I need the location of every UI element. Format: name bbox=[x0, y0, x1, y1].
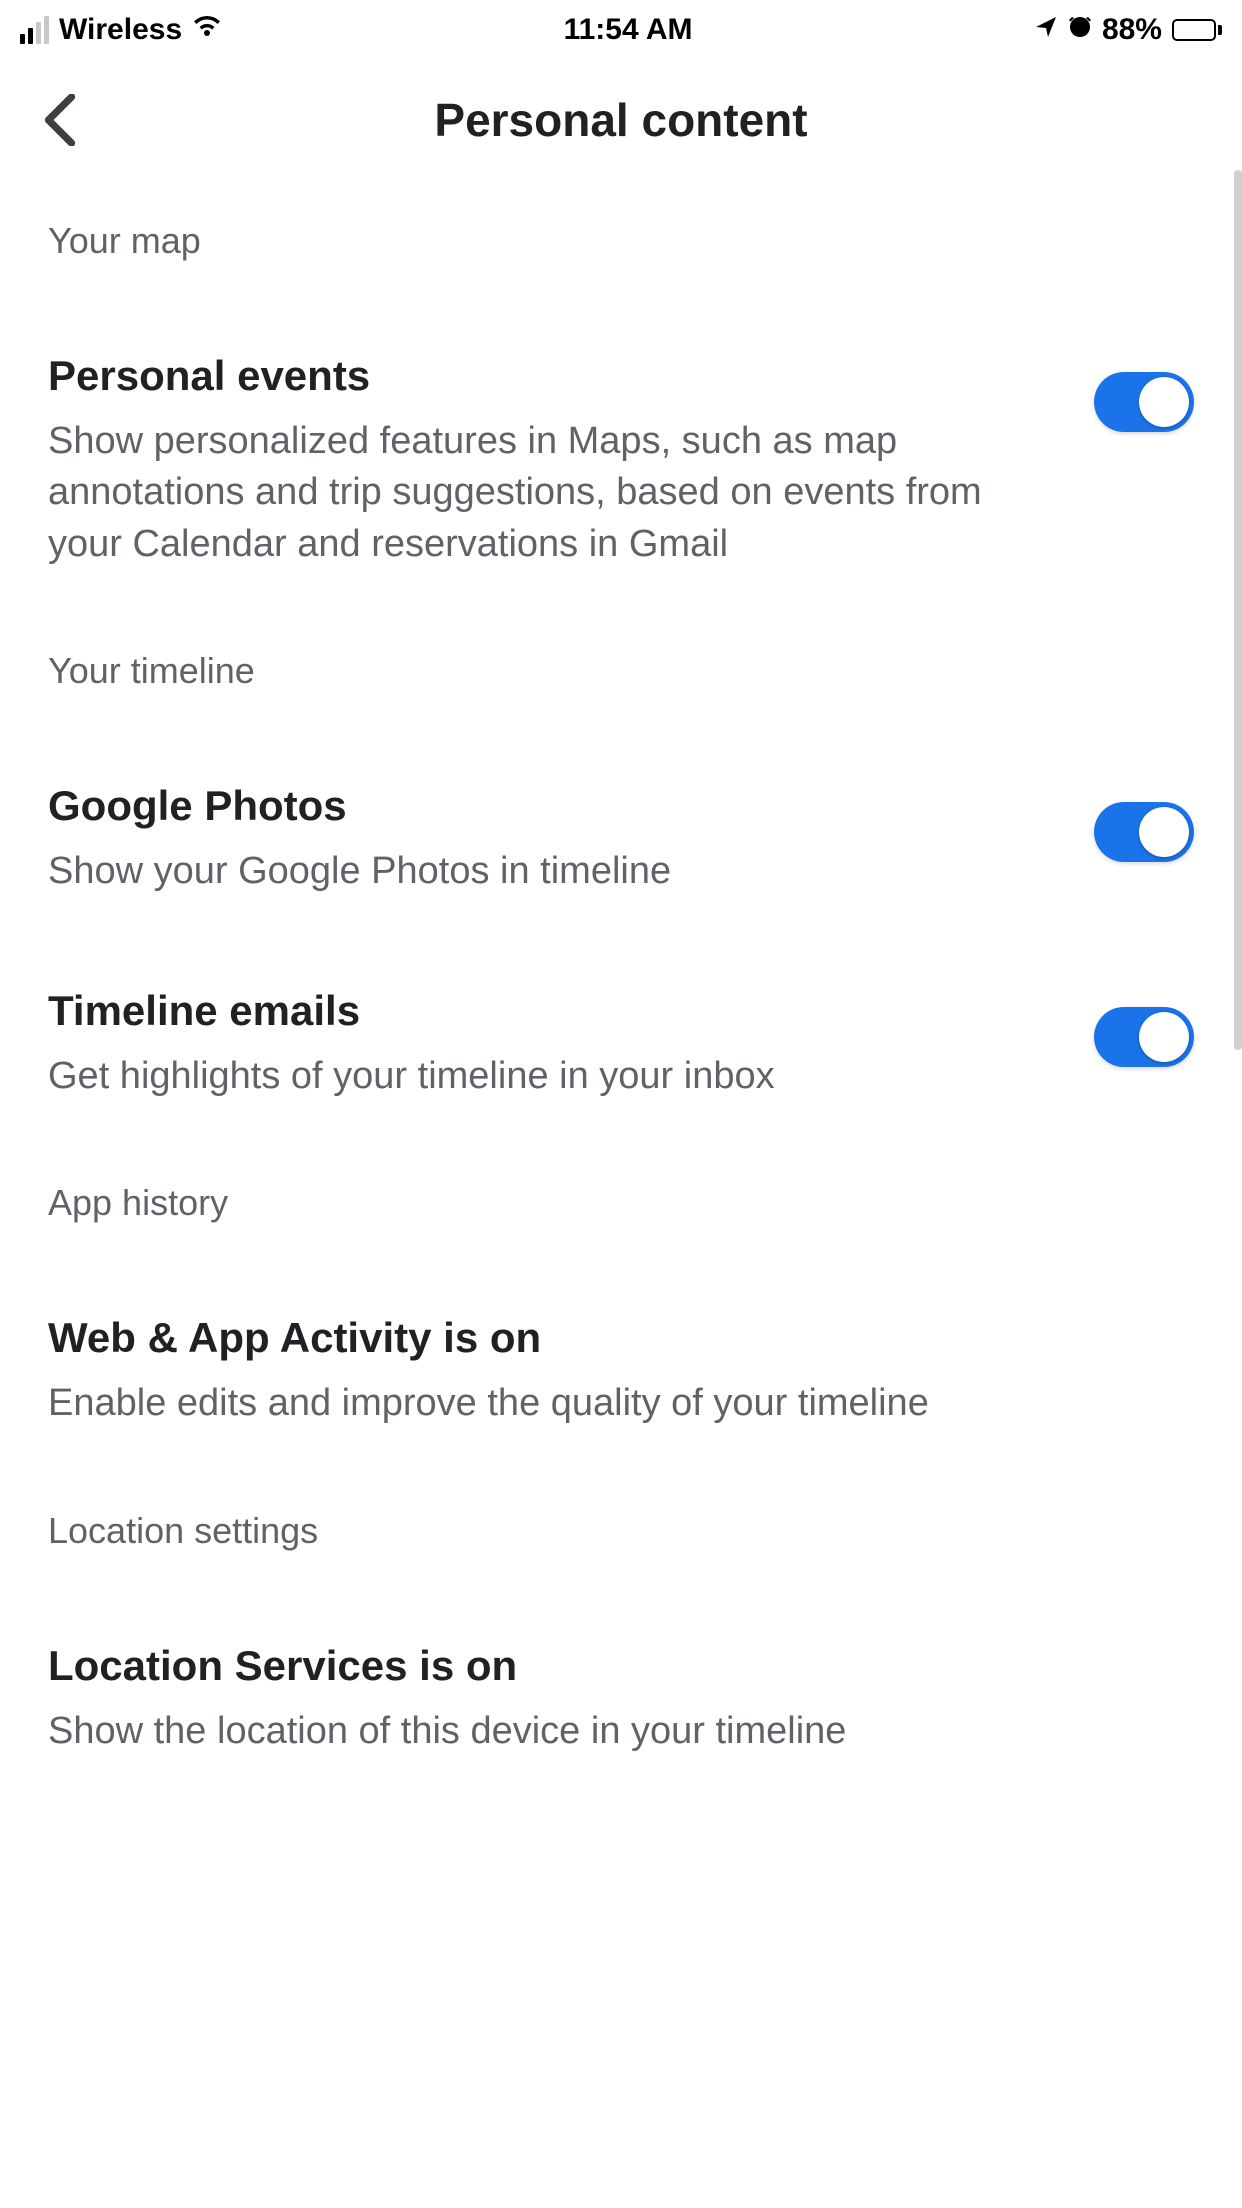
status-bar: Wireless 11:54 AM 88% bbox=[0, 0, 1242, 60]
setting-desc: Get highlights of your timeline in your … bbox=[48, 1051, 1054, 1102]
section-header-your-map: Your map bbox=[48, 220, 1194, 262]
battery-percent: 88% bbox=[1102, 13, 1162, 47]
settings-scroll-area[interactable]: Your map Personal events Show personaliz… bbox=[0, 180, 1242, 2208]
setting-personal-events[interactable]: Personal events Show personalized featur… bbox=[48, 352, 1194, 570]
battery-icon bbox=[1172, 19, 1222, 41]
setting-title: Web & App Activity is on bbox=[48, 1314, 1194, 1362]
cellular-signal-icon bbox=[20, 16, 49, 44]
page-title: Personal content bbox=[30, 93, 1212, 147]
setting-desc: Show your Google Photos in timeline bbox=[48, 846, 1054, 897]
setting-desc: Show the location of this device in your… bbox=[48, 1706, 1194, 1757]
section-header-app-history: App history bbox=[48, 1182, 1194, 1224]
setting-title: Personal events bbox=[48, 352, 1054, 400]
alarm-icon bbox=[1068, 13, 1092, 47]
setting-title: Google Photos bbox=[48, 782, 1054, 830]
carrier-label: Wireless bbox=[59, 13, 182, 47]
section-header-location-settings: Location settings bbox=[48, 1510, 1194, 1552]
chevron-left-icon bbox=[42, 94, 78, 146]
setting-desc: Show personalized features in Maps, such… bbox=[48, 416, 1054, 570]
status-right: 88% bbox=[1034, 13, 1222, 47]
nav-header: Personal content bbox=[0, 60, 1242, 180]
scroll-indicator bbox=[1234, 170, 1242, 1050]
section-header-your-timeline: Your timeline bbox=[48, 650, 1194, 692]
toggle-google-photos[interactable] bbox=[1094, 802, 1194, 862]
setting-google-photos[interactable]: Google Photos Show your Google Photos in… bbox=[48, 782, 1194, 897]
setting-title: Timeline emails bbox=[48, 987, 1054, 1035]
toggle-timeline-emails[interactable] bbox=[1094, 1007, 1194, 1067]
status-left: Wireless bbox=[20, 13, 222, 47]
setting-title: Location Services is on bbox=[48, 1642, 1194, 1690]
clock: 11:54 AM bbox=[564, 13, 693, 47]
setting-timeline-emails[interactable]: Timeline emails Get highlights of your t… bbox=[48, 987, 1194, 1102]
setting-web-app-activity[interactable]: Web & App Activity is on Enable edits an… bbox=[48, 1314, 1194, 1429]
wifi-icon bbox=[192, 15, 222, 45]
toggle-personal-events[interactable] bbox=[1094, 372, 1194, 432]
back-button[interactable] bbox=[30, 90, 90, 150]
setting-location-services[interactable]: Location Services is on Show the locatio… bbox=[48, 1642, 1194, 1757]
setting-desc: Enable edits and improve the quality of … bbox=[48, 1378, 1194, 1429]
location-arrow-icon bbox=[1034, 13, 1058, 47]
